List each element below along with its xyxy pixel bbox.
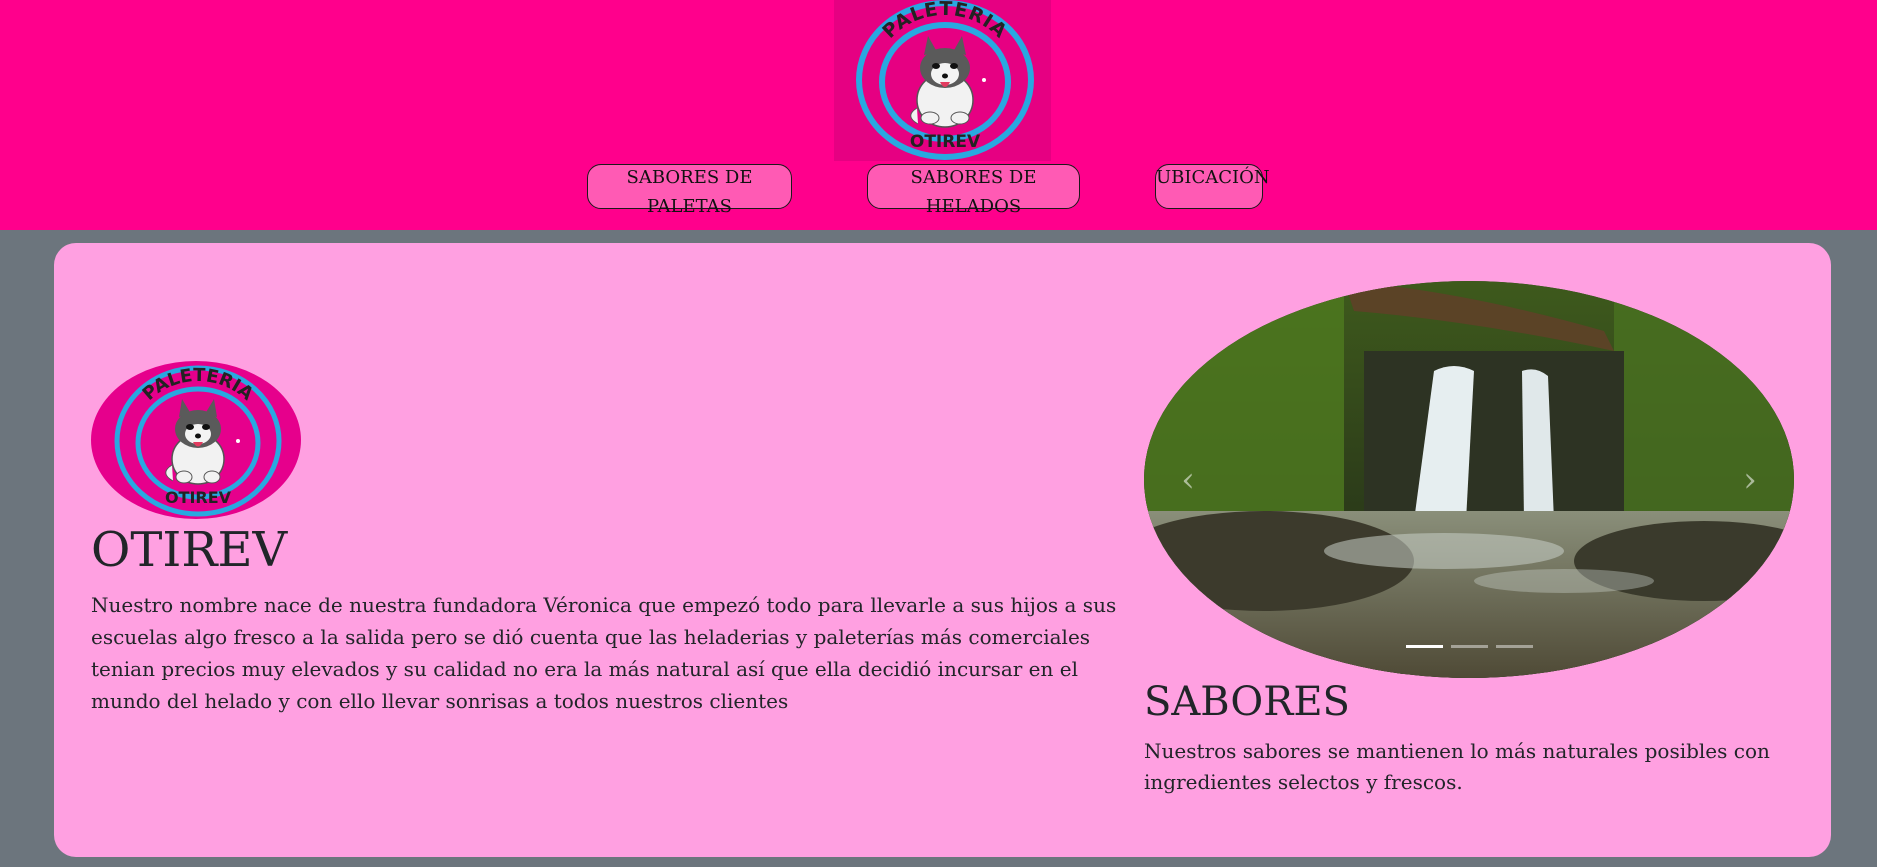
brand-logo[interactable]: PALETERIA OTIREV: [834, 0, 1051, 161]
carousel-indicator-2[interactable]: [1450, 645, 1488, 648]
carousel-indicator-3[interactable]: [1495, 645, 1533, 648]
husky-icon: [910, 36, 986, 128]
carousel-indicator-1[interactable]: [1405, 645, 1443, 648]
site-header: PALETERIA OTIREV SABORES DE PALETAS SABO…: [0, 0, 1877, 230]
about-title: OTIREV: [91, 522, 288, 578]
about-description: Nuestro nombre nace de nuestra fundadora…: [91, 593, 1117, 713]
image-carousel[interactable]: ‹ ›: [1144, 281, 1794, 678]
chevron-right-icon: ›: [1743, 459, 1757, 500]
logo-bottom-text: OTIREV: [910, 132, 981, 152]
about-logo: PALETERIA OTIREV: [91, 361, 302, 520]
logo-top-text: PALETERIA: [878, 0, 1010, 43]
nav-ubicacion-button[interactable]: UBICACIÓN: [1155, 164, 1270, 209]
carousel-next-button[interactable]: ›: [1720, 281, 1780, 678]
carousel-indicators: [1144, 645, 1794, 648]
chevron-left-icon: ‹: [1181, 459, 1195, 500]
svg-text:PALETERIA: PALETERIA: [878, 0, 1011, 43]
flavors-title: SABORES: [1144, 679, 1350, 725]
flavors-description: Nuestros sabores se mantienen lo más nat…: [1144, 739, 1770, 794]
waterfall-forest-photo: [1144, 281, 1794, 678]
carousel-prev-button[interactable]: ‹: [1158, 281, 1218, 678]
nav-sabores-de-helados-button[interactable]: SABORES DE HELADOS: [867, 164, 1080, 217]
about-logo-bottom-text: OTIREV: [165, 488, 232, 507]
nav-sabores-de-paletas-button[interactable]: SABORES DE PALETAS: [587, 164, 792, 217]
